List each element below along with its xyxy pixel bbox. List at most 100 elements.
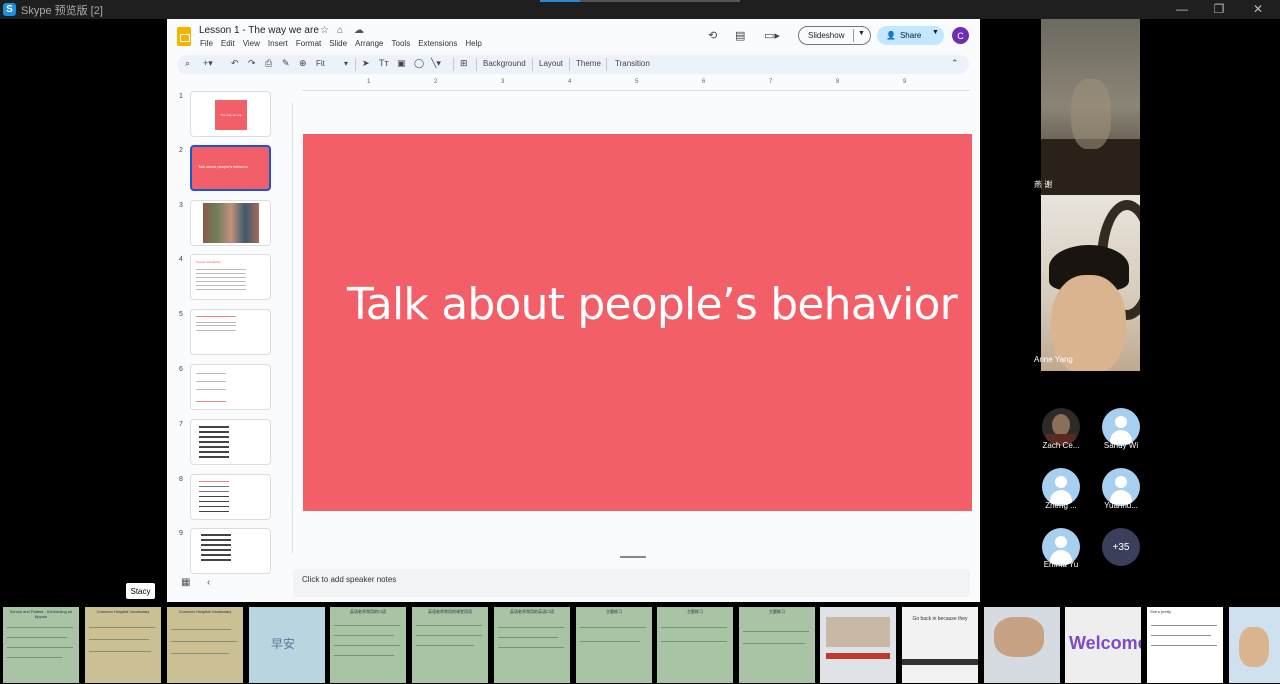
strip-thumbnail[interactable]: Common Hospital Vocabulary [167, 607, 243, 683]
grid-view-icon[interactable]: ▦ [181, 577, 190, 588]
participant-video-2[interactable] [1041, 195, 1140, 371]
menu-help[interactable]: Help [465, 39, 481, 48]
slide-canvas[interactable]: Talk about people’s behavior [303, 134, 972, 511]
strip-thumbnail[interactable] [820, 607, 896, 683]
window-title: Skype 预览版 [2] [21, 4, 103, 17]
menu-format[interactable]: Format [296, 39, 321, 48]
speaker-notes[interactable]: Click to add speaker notes [293, 569, 970, 597]
strip-thumbnail[interactable]: Go back in because they [902, 607, 978, 683]
print-icon[interactable]: ⎙ [265, 58, 272, 69]
collapse-filmstrip-icon[interactable]: ‹ [207, 577, 210, 588]
strip-thumbnail[interactable]: Welcome [1065, 607, 1141, 683]
menu-tools[interactable]: Tools [392, 39, 411, 48]
speaker-notes-placeholder: Click to add speaker notes [302, 575, 397, 584]
strip-caption: 主题练习 [687, 609, 703, 614]
vertical-ruler [288, 103, 293, 553]
minimize-button[interactable]: — [1172, 2, 1192, 16]
slide-thumbnail-4[interactable]: People Vocabulary [190, 254, 271, 300]
participant-name: Zheng ... [1045, 501, 1077, 510]
account-avatar[interactable]: C [952, 27, 969, 44]
version-history-icon[interactable]: ⟲ [708, 29, 717, 42]
menu-edit[interactable]: Edit [221, 39, 235, 48]
ruler-tick: 6 [702, 79, 706, 85]
presenter-name-tag: Stacy [126, 583, 155, 599]
slide-number: 9 [179, 530, 183, 537]
comment-add-icon[interactable]: ⊞ [460, 58, 468, 69]
strip-thumbnail[interactable] [984, 607, 1060, 683]
strip-thumbnail[interactable]: 英语老师常用的课堂用语 [412, 607, 488, 683]
strip-thumbnail[interactable] [1229, 607, 1280, 683]
more-participants-button[interactable]: +35 [1102, 528, 1140, 566]
slide-thumbnail-9[interactable] [190, 528, 271, 574]
strip-thumbnail[interactable]: 主题练习 [576, 607, 652, 683]
participant-name: Sandy Wi [1103, 441, 1139, 450]
strip-thumbnail[interactable]: She's pretty [1147, 607, 1223, 683]
slide-thumbnail-2[interactable]: Talk about people's behavior [190, 145, 271, 191]
slide-thumbnail-7[interactable] [190, 419, 271, 465]
menu-slide[interactable]: Slide [329, 39, 347, 48]
slides-logo-icon[interactable] [177, 27, 191, 46]
cloud-saved-icon[interactable]: ☁ [354, 25, 364, 36]
strip-thumbnail[interactable]: Common Hospital Vocabulary [85, 607, 161, 683]
comments-icon[interactable]: ▤ [735, 29, 745, 42]
slide-thumbnail-3[interactable] [190, 200, 271, 246]
chevron-down-icon[interactable]: ▼ [858, 30, 865, 37]
notes-resize-handle[interactable] [620, 556, 646, 558]
select-cursor-icon[interactable]: ➤ [362, 58, 370, 69]
slide-thumbnail-1[interactable]: The way we are [190, 91, 271, 137]
slide-thumbnail-8[interactable] [190, 474, 271, 520]
line-icon[interactable]: ╲▾ [431, 58, 441, 69]
share-button[interactable]: 👤 Share ▼ [877, 26, 944, 45]
chevron-down-icon[interactable]: ▼ [932, 29, 939, 36]
undo-icon[interactable]: ↶ [231, 58, 239, 69]
search-menus-icon[interactable]: ⌕ [185, 58, 190, 69]
skype-app-icon: S [3, 3, 16, 16]
slide-thumbnail-5[interactable] [190, 309, 271, 355]
menu-view[interactable]: View [243, 39, 260, 48]
zoom-select[interactable]: Fit [316, 59, 325, 68]
strip-caption: 英语老师常用的课堂用语 [428, 609, 472, 614]
new-slide-icon[interactable]: +▾ [203, 58, 213, 69]
strip-thumbnail[interactable]: 早安 [249, 607, 325, 683]
collapse-toolbar-icon[interactable]: ⌃ [951, 58, 959, 69]
slide-thumb-text: Talk about people's behavior [198, 164, 249, 169]
document-title[interactable]: Lesson 1 - The way we are [199, 25, 319, 36]
strip-thumbnail[interactable]: 英语老师常用的英语口语 [494, 607, 570, 683]
participant-name: Anne Yang [1034, 355, 1073, 364]
menu-extensions[interactable]: Extensions [418, 39, 457, 48]
text-box-icon[interactable]: Tт [379, 58, 389, 68]
image-icon[interactable]: ▣ [397, 58, 406, 69]
chevron-down-icon[interactable]: ▾ [344, 59, 348, 68]
strip-thumbnail[interactable]: 主题练习 [657, 607, 733, 683]
slide-number: 6 [179, 366, 183, 373]
background-button[interactable]: Background [483, 59, 526, 68]
strip-thumbnail[interactable]: 英语老师常用的口语 [330, 607, 406, 683]
shape-icon[interactable]: ◯ [414, 58, 424, 69]
meet-camera-icon[interactable]: ▭▸ [764, 29, 780, 42]
menu-arrange[interactable]: Arrange [355, 39, 383, 48]
paint-format-icon[interactable]: ✎ [282, 58, 290, 69]
close-button[interactable]: ✕ [1248, 2, 1268, 16]
zoom-icon[interactable]: ⊕ [299, 58, 307, 69]
participant-name: 燕 谢 [1034, 180, 1053, 189]
redo-icon[interactable]: ↷ [248, 58, 256, 69]
strip-caption: 早安 [271, 637, 296, 651]
menu-insert[interactable]: Insert [268, 39, 288, 48]
strip-thumbnail[interactable]: School and Patient - Scheduling an Appoi… [3, 607, 79, 683]
layout-button[interactable]: Layout [539, 59, 563, 68]
maximize-button[interactable]: ❐ [1209, 2, 1229, 16]
participant-name: Emma Yu [1043, 560, 1079, 569]
slide-title-text[interactable]: Talk about people’s behavior [347, 279, 958, 330]
strip-caption: Go back in because they [912, 616, 968, 622]
theme-button[interactable]: Theme [576, 59, 601, 68]
slide-thumbnail-6[interactable] [190, 364, 271, 410]
move-icon[interactable]: ⌂ [337, 25, 343, 36]
horizontal-ruler: 1 2 3 4 5 6 7 8 9 [302, 79, 970, 91]
menu-bar: File Edit View Insert Format Slide Arran… [200, 39, 490, 48]
slideshow-button[interactable]: Slideshow ▼ [798, 26, 871, 45]
strip-thumbnail[interactable]: 主题练习 [739, 607, 815, 683]
participant-video-1[interactable] [1041, 19, 1140, 195]
star-icon[interactable]: ☆ [320, 25, 329, 36]
menu-file[interactable]: File [200, 39, 213, 48]
transition-button[interactable]: Transition [615, 59, 650, 68]
